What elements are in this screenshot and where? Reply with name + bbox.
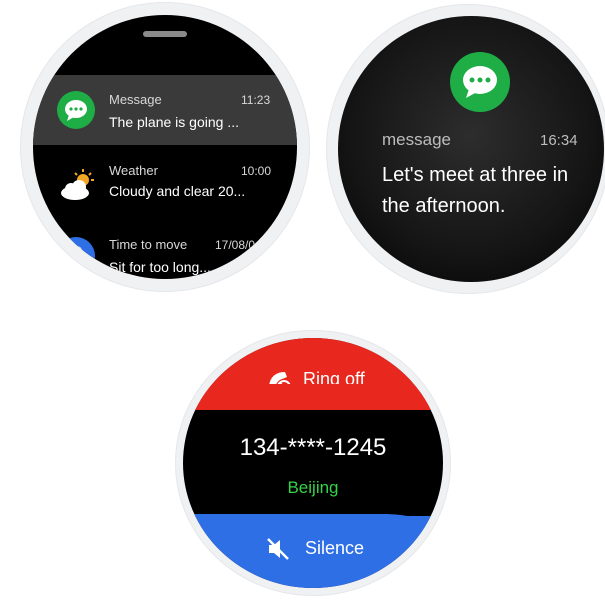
notification-title: Time to move bbox=[109, 237, 188, 252]
chat-bubble-icon bbox=[57, 91, 95, 129]
notification-title: Message bbox=[109, 92, 162, 107]
chat-bubble-icon bbox=[450, 52, 510, 112]
message-watch: message 16:34 Let's meet at three in the… bbox=[326, 4, 605, 294]
notifications-watch: Message 11:23 The plane is going ... Wea… bbox=[20, 2, 310, 292]
notification-time: 11:23 bbox=[241, 93, 271, 107]
message-text: Let's meet at three in the afternoon. bbox=[382, 164, 569, 217]
caller-location: Beijing bbox=[287, 478, 339, 497]
notification-time: 17/08/0 bbox=[215, 238, 256, 252]
notification-item-message[interactable]: Message 11:23 The plane is going ... bbox=[33, 75, 297, 145]
ring-off-curve bbox=[183, 384, 443, 410]
notifications-screen: Message 11:23 The plane is going ... Wea… bbox=[33, 15, 297, 279]
message-time: 16:34 bbox=[540, 132, 578, 149]
notification-item-weather[interactable]: Weather 10:00 Cloudy and clear 20... bbox=[33, 155, 297, 225]
silence-curve bbox=[183, 514, 443, 540]
notification-body: The plane is going ... bbox=[109, 114, 239, 130]
notification-body: Cloudy and clear 20... bbox=[109, 183, 246, 199]
call-watch: Ring off 134-****-1245 Beijing Silence bbox=[175, 330, 451, 596]
notification-time: 10:00 bbox=[241, 164, 272, 178]
message-label: message bbox=[382, 130, 451, 149]
caller-number: 134-****-1245 bbox=[239, 434, 387, 461]
notification-title: Weather bbox=[109, 163, 158, 178]
call-screen: Ring off 134-****-1245 Beijing Silence bbox=[183, 338, 443, 588]
message-screen: message 16:34 Let's meet at three in the… bbox=[338, 16, 604, 282]
notification-item-move[interactable]: Time to move 17/08/0 Sit for too long... bbox=[33, 223, 297, 279]
speaker-mute-icon bbox=[265, 536, 291, 562]
cloudy-sun-icon bbox=[57, 167, 95, 205]
drag-handle[interactable] bbox=[143, 31, 187, 37]
silence-label: Silence bbox=[305, 538, 365, 558]
silence-button[interactable]: Silence bbox=[183, 514, 443, 588]
notification-body: Sit for too long... bbox=[109, 259, 211, 275]
bell-icon bbox=[57, 237, 95, 275]
